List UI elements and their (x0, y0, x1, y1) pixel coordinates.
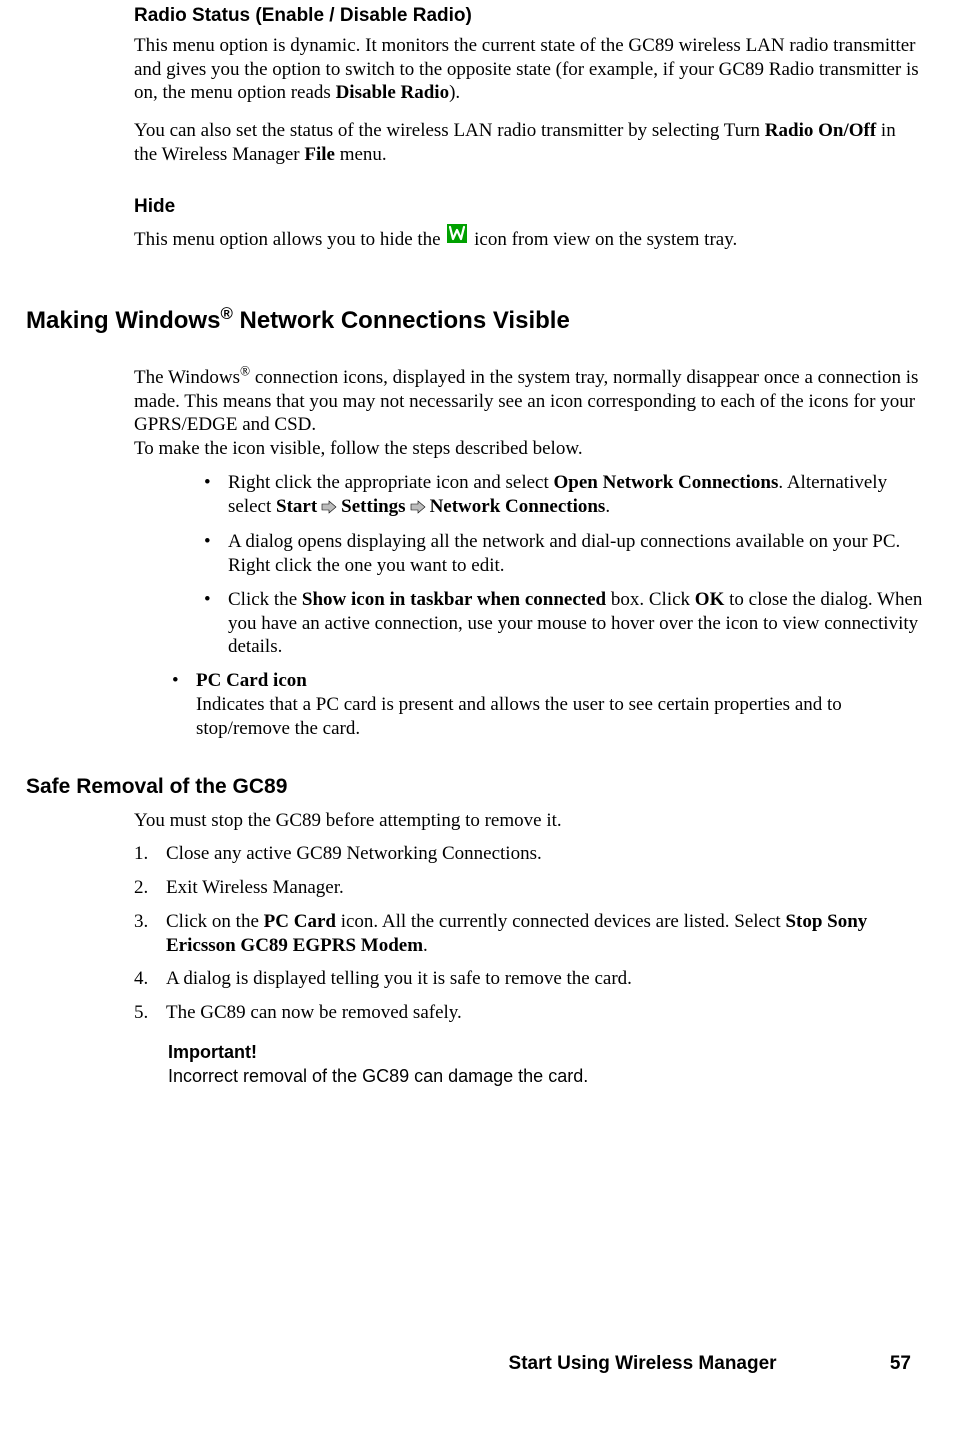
footer-title: Start Using Wireless Manager (509, 1353, 777, 1374)
bullet-list: Right click the appropriate icon and sel… (200, 471, 923, 659)
document-page: Radio Status (Enable / Disable Radio) Th… (0, 0, 973, 1431)
text-bold: OK (695, 589, 725, 610)
text: Close any active GC89 Networking Connect… (166, 843, 542, 864)
list-item: The GC89 can now be removed safely. (134, 1001, 923, 1025)
text: Right click the appropriate icon and sel… (228, 472, 554, 493)
heading-making-visible: Making Windows® Network Connections Visi… (26, 306, 923, 336)
text: Making Windows (26, 307, 220, 334)
text-bold: Disable Radio (336, 82, 450, 103)
registered-mark: ® (240, 363, 250, 378)
text: Indicates that a PC card is present and … (196, 694, 842, 739)
paragraph: The Windows® connection icons, displayed… (134, 366, 923, 437)
bullet-list: PC Card icon Indicates that a PC card is… (168, 669, 923, 740)
heading-radio-status: Radio Status (Enable / Disable Radio) (134, 4, 923, 28)
text-bold: Start (276, 496, 317, 517)
paragraph: You must stop the GC89 before attempting… (134, 809, 923, 833)
important-title: Important! (168, 1041, 923, 1064)
breadcrumb-arrow-icon (410, 497, 426, 521)
wireless-manager-icon (447, 224, 467, 250)
text: A dialog opens displaying all the networ… (228, 531, 900, 576)
list-item: Right click the appropriate icon and sel… (200, 471, 923, 521)
text: Network Connections Visible (233, 307, 570, 334)
text: ). (449, 82, 460, 103)
text: Click on the (166, 911, 264, 932)
text: This menu option is dynamic. It monitors… (134, 35, 919, 104)
text-bold: Network Connections (430, 496, 606, 517)
important-body: Incorrect removal of the GC89 can damage… (168, 1065, 923, 1088)
text-bold: Settings (341, 496, 405, 517)
text: connection icons, displayed in the syste… (134, 367, 918, 436)
text: . (605, 496, 610, 517)
text: Click the (228, 589, 302, 610)
text: icon from view on the system tray. (469, 229, 737, 250)
text-bold: Open Network Connections (554, 472, 779, 493)
text: icon. All the currently connected device… (336, 911, 786, 932)
text: You can also set the status of the wirel… (134, 120, 765, 141)
text: box. Click (606, 589, 695, 610)
list-item: Click the Show icon in taskbar when conn… (200, 588, 923, 659)
list-item: Exit Wireless Manager. (134, 876, 923, 900)
text: This menu option allows you to hide the (134, 229, 445, 250)
text: The Windows (134, 367, 240, 388)
paragraph: You can also set the status of the wirel… (134, 119, 923, 167)
text-bold: PC Card (264, 911, 336, 932)
text: . (423, 935, 428, 956)
text: Exit Wireless Manager. (166, 877, 344, 898)
list-item: A dialog is displayed telling you it is … (134, 967, 923, 991)
text-bold: Radio On/Off (765, 120, 876, 141)
numbered-list: Close any active GC89 Networking Connect… (134, 842, 923, 1025)
registered-mark: ® (220, 304, 232, 323)
list-item: PC Card icon Indicates that a PC card is… (168, 669, 923, 740)
text: The GC89 can now be removed safely. (166, 1002, 462, 1023)
heading-safe-removal: Safe Removal of the GC89 (26, 774, 923, 800)
paragraph: This menu option is dynamic. It monitors… (134, 34, 923, 105)
text-bold: Show icon in taskbar when connected (302, 589, 606, 610)
page-number: 57 (890, 1352, 911, 1376)
page-footer: Start Using Wireless Manager 57 (509, 1352, 911, 1376)
list-item: Close any active GC89 Networking Connect… (134, 842, 923, 866)
text: A dialog is displayed telling you it is … (166, 968, 632, 989)
breadcrumb-arrow-icon (321, 497, 337, 521)
paragraph: To make the icon visible, follow the ste… (134, 437, 923, 461)
heading-hide: Hide (134, 195, 923, 219)
paragraph: This menu option allows you to hide the … (134, 224, 923, 252)
text-bold: PC Card icon (196, 670, 307, 691)
text: menu. (335, 144, 387, 165)
text-bold: File (304, 144, 335, 165)
list-item: A dialog opens displaying all the networ… (200, 530, 923, 578)
list-item: Click on the PC Card icon. All the curre… (134, 910, 923, 958)
